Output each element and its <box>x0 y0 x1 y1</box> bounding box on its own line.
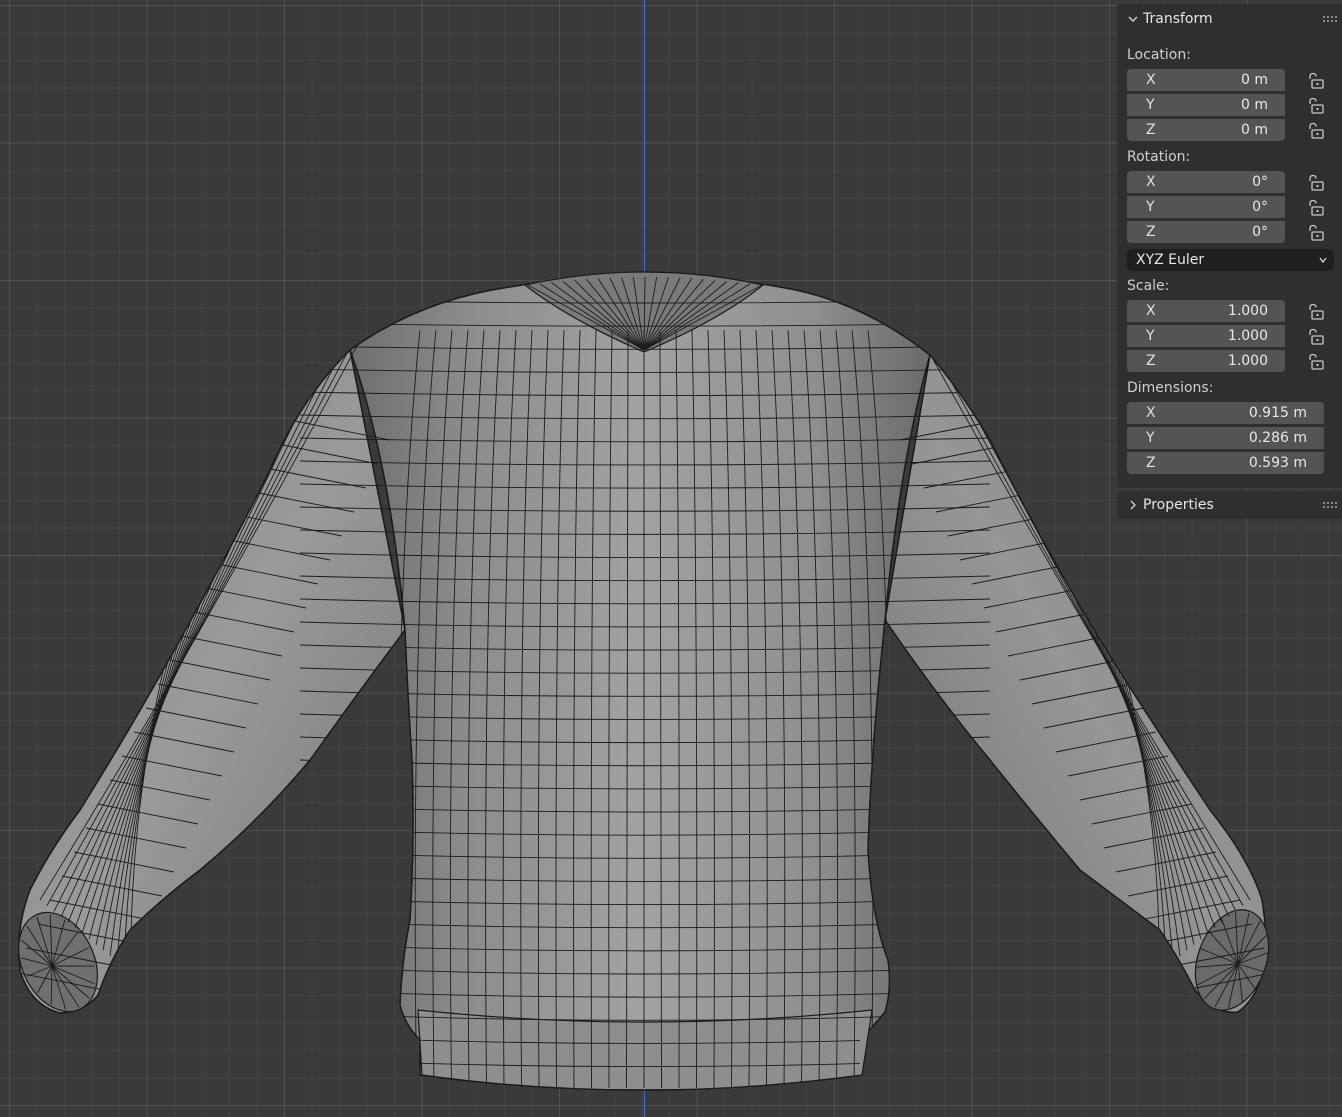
lock-icon[interactable] <box>1305 174 1325 192</box>
axis-label: X <box>1146 72 1156 88</box>
drag-grip-icon[interactable] <box>1322 501 1338 509</box>
transform-title: Transform <box>1143 11 1213 27</box>
lock-icon[interactable] <box>1305 303 1325 321</box>
chevron-right-icon <box>1130 500 1136 510</box>
field-value: 1.000 <box>1227 328 1268 344</box>
rotation-y-field[interactable]: Y 0° <box>1127 196 1285 218</box>
field-value: 0° <box>1252 174 1268 190</box>
scale-y-field[interactable]: Y 1.000 <box>1127 325 1285 347</box>
left-sleeve <box>18 348 406 1014</box>
location-z-field[interactable]: Z 0 m <box>1127 119 1285 141</box>
drag-grip-icon[interactable] <box>1322 15 1338 23</box>
chevron-down-icon <box>1128 16 1138 22</box>
lock-icon[interactable] <box>1305 72 1325 90</box>
chevron-down-icon <box>1319 257 1327 264</box>
field-value: 0 m <box>1241 72 1268 88</box>
axis-label: Y <box>1146 328 1155 344</box>
field-value: 0 m <box>1241 97 1268 113</box>
lock-icon[interactable] <box>1305 224 1325 242</box>
scale-label: Scale: <box>1127 278 1170 294</box>
scale-x-field[interactable]: X 1.000 <box>1127 300 1285 322</box>
location-y-field[interactable]: Y 0 m <box>1127 94 1285 116</box>
axis-label: X <box>1146 303 1156 319</box>
properties-title: Properties <box>1143 497 1214 513</box>
axis-label: X <box>1146 174 1156 190</box>
field-value: 1.000 <box>1227 353 1268 369</box>
rotation-z-field[interactable]: Z 0° <box>1127 221 1285 243</box>
dimensions-y-field[interactable]: Y 0.286 m <box>1127 427 1324 449</box>
axis-label: Z <box>1146 455 1156 471</box>
lock-icon[interactable] <box>1305 97 1325 115</box>
rotation-mode-value: XYZ Euler <box>1136 252 1205 268</box>
lock-icon[interactable] <box>1305 199 1325 217</box>
scale-z-field[interactable]: Z 1.000 <box>1127 350 1285 372</box>
field-value: 0 m <box>1241 122 1268 138</box>
field-value: 0.915 m <box>1248 405 1307 421</box>
dimensions-z-field[interactable]: Z 0.593 m <box>1127 452 1324 474</box>
transform-header[interactable]: Transform <box>1117 5 1342 33</box>
lock-icon[interactable] <box>1305 353 1325 371</box>
field-value: 0.593 m <box>1248 455 1307 471</box>
lock-icon[interactable] <box>1305 122 1325 140</box>
field-value: 1.000 <box>1227 303 1268 319</box>
rotation-x-field[interactable]: X 0° <box>1127 171 1285 193</box>
sidebar-panel: Transform Location: X 0 m Y 0 m Z 0 m Rotat… <box>1117 4 1342 488</box>
axis-label: Z <box>1146 224 1156 240</box>
rotation-mode-dropdown[interactable]: XYZ Euler <box>1127 249 1334 271</box>
location-x-field[interactable]: X 0 m <box>1127 69 1285 91</box>
dimensions-x-field[interactable]: X 0.915 m <box>1127 402 1324 424</box>
location-label: Location: <box>1127 47 1191 63</box>
axis-label: Y <box>1146 97 1155 113</box>
field-value: 0.286 m <box>1248 430 1307 446</box>
axis-label: Z <box>1146 122 1156 138</box>
field-value: 0° <box>1252 199 1268 215</box>
dimensions-label: Dimensions: <box>1127 380 1214 396</box>
properties-header[interactable]: Properties <box>1117 491 1342 519</box>
torso <box>349 275 931 1091</box>
axis-label: Y <box>1146 430 1155 446</box>
axis-label: Z <box>1146 353 1156 369</box>
axis-label: Y <box>1146 199 1155 215</box>
lock-icon[interactable] <box>1305 328 1325 346</box>
rotation-label: Rotation: <box>1127 149 1191 165</box>
axis-label: X <box>1146 405 1156 421</box>
field-value: 0° <box>1252 224 1268 240</box>
